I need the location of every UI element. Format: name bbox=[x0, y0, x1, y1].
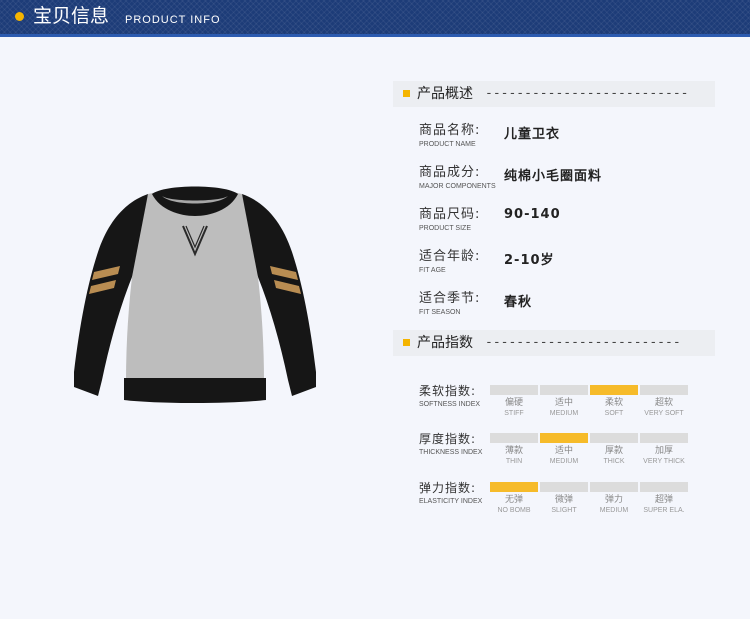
index-option-label: 超弹 bbox=[654, 495, 673, 505]
info-value: 春秋 bbox=[504, 295, 533, 310]
info-label: 商品尺码: bbox=[419, 207, 481, 222]
info-label-en: PRODUCT SIZE bbox=[419, 225, 471, 232]
section-title: 宝贝信息 bbox=[33, 5, 110, 27]
index-label-block: 弹力指数: ELASTICITY INDEX bbox=[419, 481, 482, 506]
info-value: 90-140 bbox=[504, 207, 561, 222]
index-label-en: SOFTNESS INDEX bbox=[419, 401, 481, 408]
index-segment bbox=[640, 385, 688, 395]
overview-divider: -------------------------- bbox=[485, 86, 689, 101]
overview-heading: 产品概述 bbox=[417, 86, 473, 102]
sweatshirt-product-image bbox=[74, 186, 316, 403]
info-label-en: FIT SEASON bbox=[419, 309, 461, 316]
index-label: 弹力指数: bbox=[419, 481, 477, 495]
index-segment bbox=[590, 433, 638, 443]
index-option-label: 加厚 bbox=[654, 446, 673, 456]
index-segment bbox=[540, 385, 588, 395]
index-option-label: 超软 bbox=[654, 398, 673, 408]
overview-heading-bar: 产品概述 -------------------------- bbox=[393, 81, 715, 107]
index-option-label-en: SUPER ELA. bbox=[643, 507, 685, 514]
index-option-label-en: VERY THICK bbox=[643, 458, 685, 465]
info-row-name: 商品名称: PRODUCT NAME bbox=[419, 123, 480, 149]
info-value: 儿童卫衣 bbox=[504, 127, 561, 142]
index-segment bbox=[640, 482, 688, 492]
index-option-label-en: VERY SOFT bbox=[644, 410, 684, 417]
index-label: 厚度指数: bbox=[419, 432, 477, 446]
bullet-square-icon bbox=[403, 339, 410, 346]
info-value: 纯棉小毛圈面料 bbox=[504, 169, 603, 184]
info-row-age: 适合年龄: FIT AGE bbox=[419, 249, 480, 275]
index-label-en: ELASTICITY INDEX bbox=[419, 498, 483, 505]
index-segment bbox=[490, 433, 538, 443]
index-segment bbox=[540, 482, 588, 492]
index-label-en: THICKNESS INDEX bbox=[419, 449, 483, 456]
info-label: 适合季节: bbox=[419, 291, 481, 306]
section-subtitle: PRODUCT INFO bbox=[125, 14, 221, 26]
info-label: 商品名称: bbox=[419, 123, 481, 138]
index-label-block: 厚度指数: THICKNESS INDEX bbox=[419, 432, 482, 457]
info-row-season: 适合季节: FIT SEASON bbox=[419, 291, 480, 317]
index-divider: ------------------------- bbox=[485, 335, 681, 350]
index-heading-bar: 产品指数 ------------------------- bbox=[393, 330, 715, 356]
index-heading: 产品指数 bbox=[417, 335, 473, 351]
index-segment bbox=[490, 385, 538, 395]
info-label-en: MAJOR COMPONENTS bbox=[419, 183, 496, 190]
index-label: 柔软指数: bbox=[419, 384, 477, 398]
section-header: 宝贝信息 PRODUCT INFO bbox=[0, 0, 750, 37]
index-segment bbox=[640, 433, 688, 443]
bullet-square-icon bbox=[403, 90, 410, 97]
index-segment-selected bbox=[490, 482, 538, 492]
info-row-size: 商品尺码: PRODUCT SIZE bbox=[419, 207, 480, 233]
info-label-en: PRODUCT NAME bbox=[419, 141, 476, 148]
info-label-en: FIT AGE bbox=[419, 267, 446, 274]
index-label-block: 柔软指数: SOFTNESS INDEX bbox=[419, 384, 480, 409]
info-label: 适合年龄: bbox=[419, 249, 481, 264]
index-segment-selected bbox=[590, 385, 638, 395]
bullet-dot-icon bbox=[15, 12, 24, 21]
info-value: 2-10岁 bbox=[504, 253, 555, 268]
index-segment bbox=[590, 482, 638, 492]
index-segment-selected bbox=[540, 433, 588, 443]
info-row-components: 商品成分: MAJOR COMPONENTS bbox=[419, 165, 496, 191]
info-label: 商品成分: bbox=[419, 165, 481, 180]
